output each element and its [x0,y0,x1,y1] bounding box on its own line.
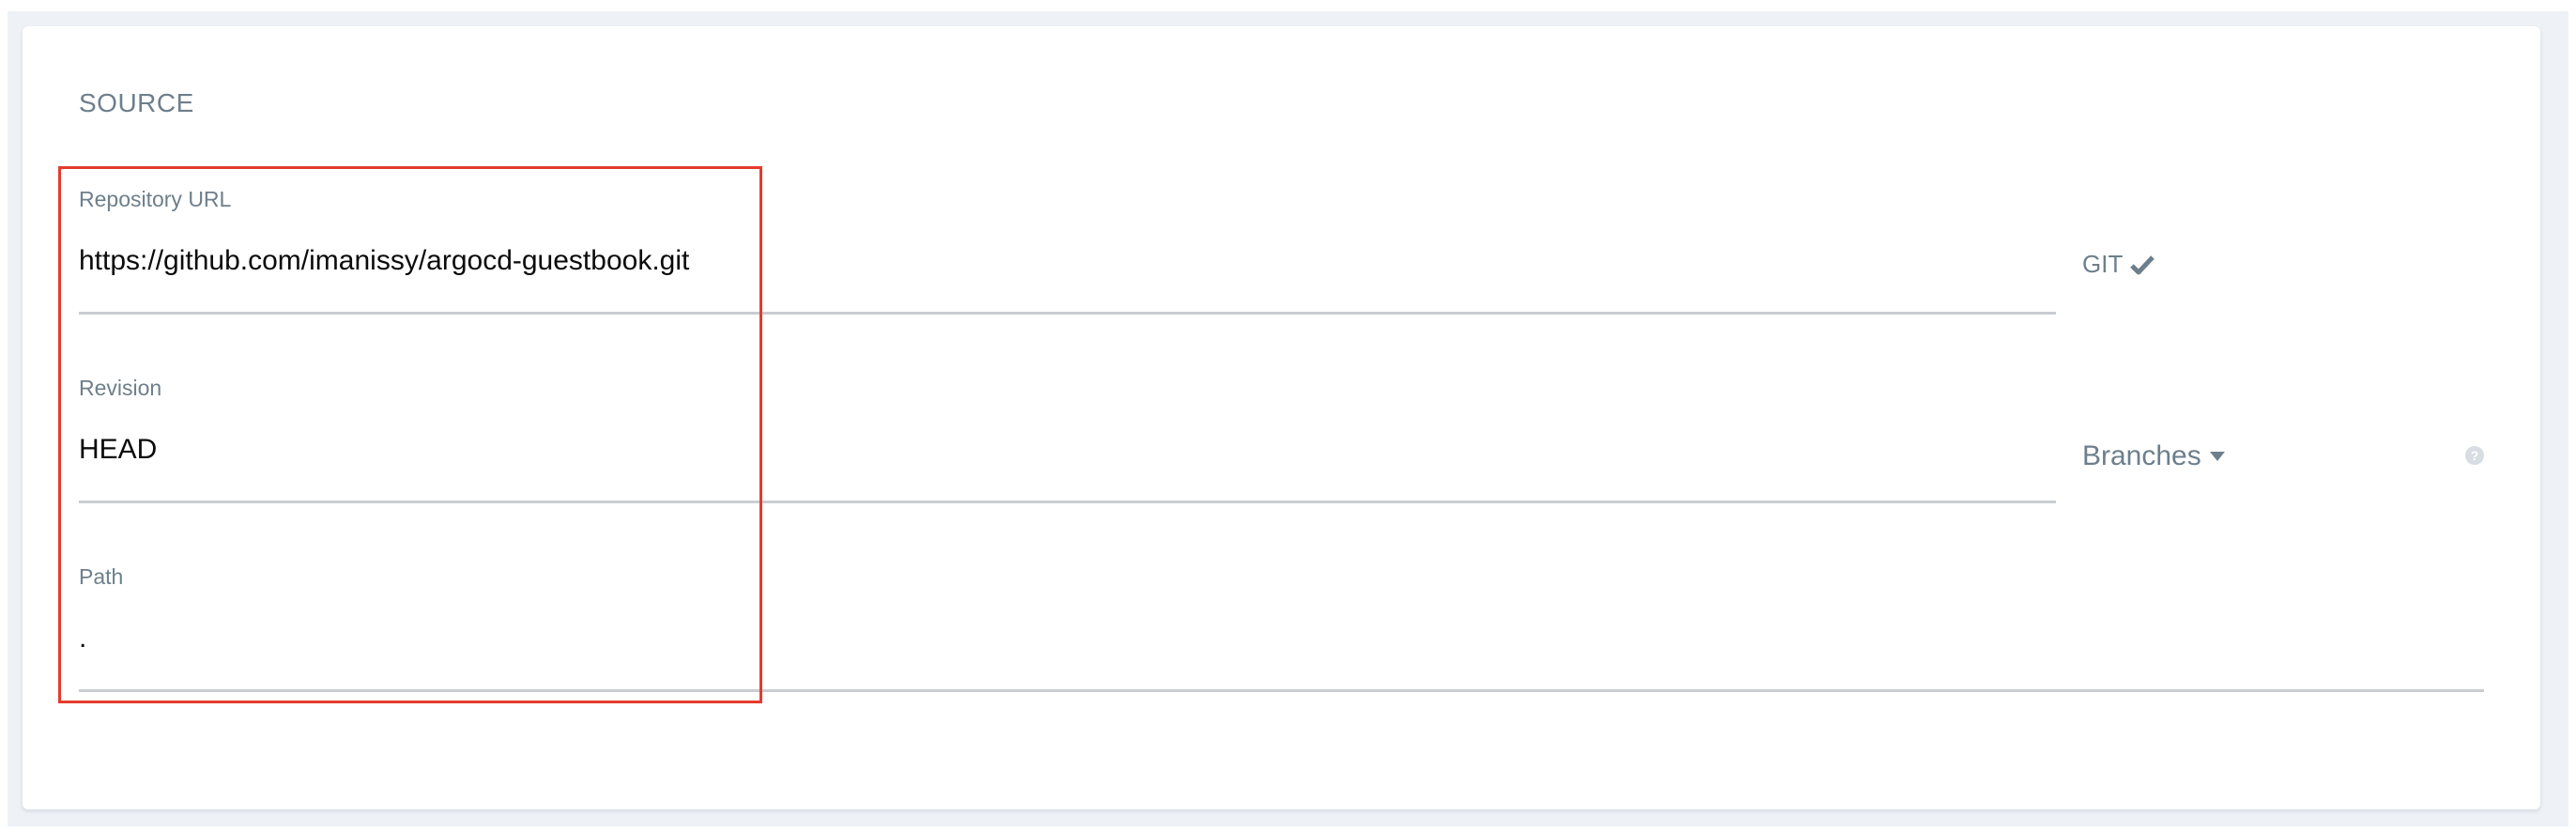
check-icon [2130,254,2155,275]
revision-type-label: Branches [2082,440,2201,471]
revision-underline [79,501,2056,503]
question-circle-icon[interactable]: ? [2465,446,2484,465]
repository-url-input[interactable] [79,242,2050,280]
revision-input[interactable] [79,431,2050,469]
path-underline [79,689,2484,692]
path-input[interactable] [79,620,2473,657]
repo-type-indicator: GIT [2082,250,2155,279]
repo-type-label: GIT [2082,250,2124,278]
revision-type-dropdown[interactable]: Branches [2082,440,2226,472]
path-label: Path [79,564,124,589]
caret-down-icon [2209,451,2226,462]
section-title: SOURCE [79,88,194,117]
repository-url-underline [79,312,2056,315]
revision-label: Revision [79,376,162,400]
repository-url-label: Repository URL [79,187,232,211]
